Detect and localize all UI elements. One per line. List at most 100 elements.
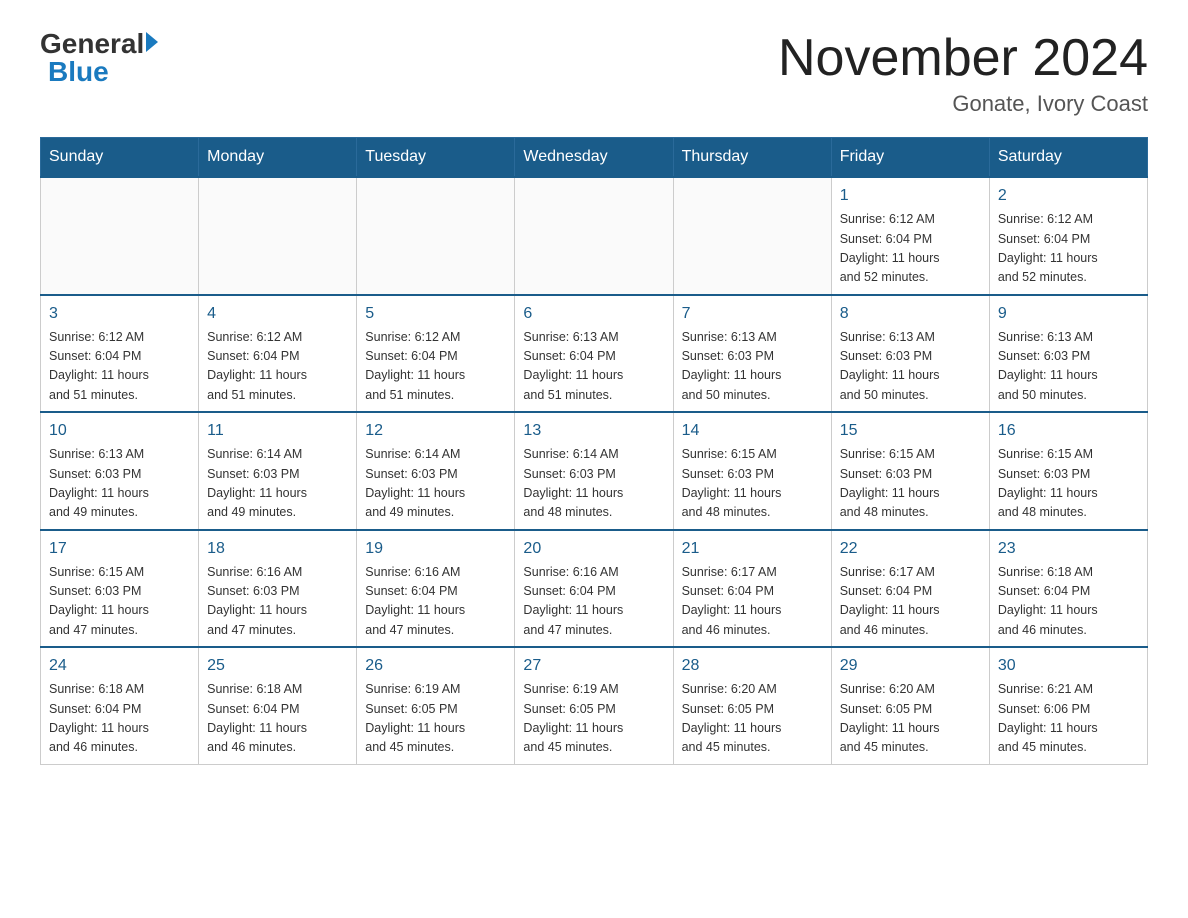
calendar-header: SundayMondayTuesdayWednesdayThursdayFrid… <box>41 138 1148 178</box>
page-header: General Blue November 2024 Gonate, Ivory… <box>40 30 1148 117</box>
calendar-cell: 8Sunrise: 6:13 AMSunset: 6:03 PMDaylight… <box>831 295 989 413</box>
calendar-cell: 17Sunrise: 6:15 AMSunset: 6:03 PMDayligh… <box>41 530 199 648</box>
calendar-cell: 1Sunrise: 6:12 AMSunset: 6:04 PMDaylight… <box>831 177 989 295</box>
day-number: 3 <box>49 302 190 326</box>
calendar-cell <box>41 177 199 295</box>
day-info: Sunrise: 6:13 AMSunset: 6:04 PMDaylight:… <box>523 328 664 406</box>
day-number: 6 <box>523 302 664 326</box>
day-number: 10 <box>49 419 190 443</box>
day-info: Sunrise: 6:20 AMSunset: 6:05 PMDaylight:… <box>840 680 981 758</box>
day-number: 4 <box>207 302 348 326</box>
weekday-header-tuesday: Tuesday <box>357 138 515 178</box>
day-info: Sunrise: 6:17 AMSunset: 6:04 PMDaylight:… <box>682 563 823 641</box>
day-number: 18 <box>207 537 348 561</box>
day-number: 5 <box>365 302 506 326</box>
weekday-header-saturday: Saturday <box>989 138 1147 178</box>
day-info: Sunrise: 6:15 AMSunset: 6:03 PMDaylight:… <box>49 563 190 641</box>
day-number: 28 <box>682 654 823 678</box>
calendar-cell: 28Sunrise: 6:20 AMSunset: 6:05 PMDayligh… <box>673 647 831 764</box>
day-number: 27 <box>523 654 664 678</box>
day-number: 9 <box>998 302 1139 326</box>
calendar-cell: 3Sunrise: 6:12 AMSunset: 6:04 PMDaylight… <box>41 295 199 413</box>
calendar-cell: 18Sunrise: 6:16 AMSunset: 6:03 PMDayligh… <box>199 530 357 648</box>
calendar-cell: 21Sunrise: 6:17 AMSunset: 6:04 PMDayligh… <box>673 530 831 648</box>
day-info: Sunrise: 6:20 AMSunset: 6:05 PMDaylight:… <box>682 680 823 758</box>
calendar-cell: 24Sunrise: 6:18 AMSunset: 6:04 PMDayligh… <box>41 647 199 764</box>
calendar-cell: 26Sunrise: 6:19 AMSunset: 6:05 PMDayligh… <box>357 647 515 764</box>
day-info: Sunrise: 6:15 AMSunset: 6:03 PMDaylight:… <box>998 445 1139 523</box>
day-info: Sunrise: 6:17 AMSunset: 6:04 PMDaylight:… <box>840 563 981 641</box>
title-block: November 2024 Gonate, Ivory Coast <box>778 30 1148 117</box>
day-number: 25 <box>207 654 348 678</box>
day-number: 26 <box>365 654 506 678</box>
calendar-cell: 15Sunrise: 6:15 AMSunset: 6:03 PMDayligh… <box>831 412 989 530</box>
day-info: Sunrise: 6:14 AMSunset: 6:03 PMDaylight:… <box>523 445 664 523</box>
day-info: Sunrise: 6:12 AMSunset: 6:04 PMDaylight:… <box>49 328 190 406</box>
day-info: Sunrise: 6:16 AMSunset: 6:03 PMDaylight:… <box>207 563 348 641</box>
calendar-cell: 22Sunrise: 6:17 AMSunset: 6:04 PMDayligh… <box>831 530 989 648</box>
logo: General Blue <box>40 30 158 86</box>
day-number: 23 <box>998 537 1139 561</box>
day-info: Sunrise: 6:18 AMSunset: 6:04 PMDaylight:… <box>998 563 1139 641</box>
day-number: 21 <box>682 537 823 561</box>
weekday-header-monday: Monday <box>199 138 357 178</box>
day-number: 20 <box>523 537 664 561</box>
calendar-cell: 14Sunrise: 6:15 AMSunset: 6:03 PMDayligh… <box>673 412 831 530</box>
day-number: 14 <box>682 419 823 443</box>
day-info: Sunrise: 6:18 AMSunset: 6:04 PMDaylight:… <box>49 680 190 758</box>
day-number: 29 <box>840 654 981 678</box>
calendar-cell: 9Sunrise: 6:13 AMSunset: 6:03 PMDaylight… <box>989 295 1147 413</box>
calendar-cell: 13Sunrise: 6:14 AMSunset: 6:03 PMDayligh… <box>515 412 673 530</box>
day-number: 7 <box>682 302 823 326</box>
day-info: Sunrise: 6:13 AMSunset: 6:03 PMDaylight:… <box>998 328 1139 406</box>
logo-blue-text: Blue <box>48 58 109 86</box>
day-number: 11 <box>207 419 348 443</box>
location-subtitle: Gonate, Ivory Coast <box>778 91 1148 117</box>
calendar-cell: 16Sunrise: 6:15 AMSunset: 6:03 PMDayligh… <box>989 412 1147 530</box>
calendar-week-row: 24Sunrise: 6:18 AMSunset: 6:04 PMDayligh… <box>41 647 1148 764</box>
calendar-week-row: 17Sunrise: 6:15 AMSunset: 6:03 PMDayligh… <box>41 530 1148 648</box>
calendar-cell: 27Sunrise: 6:19 AMSunset: 6:05 PMDayligh… <box>515 647 673 764</box>
day-number: 13 <box>523 419 664 443</box>
weekday-header-friday: Friday <box>831 138 989 178</box>
month-title: November 2024 <box>778 30 1148 87</box>
day-info: Sunrise: 6:13 AMSunset: 6:03 PMDaylight:… <box>682 328 823 406</box>
calendar-cell: 4Sunrise: 6:12 AMSunset: 6:04 PMDaylight… <box>199 295 357 413</box>
day-info: Sunrise: 6:18 AMSunset: 6:04 PMDaylight:… <box>207 680 348 758</box>
day-info: Sunrise: 6:21 AMSunset: 6:06 PMDaylight:… <box>998 680 1139 758</box>
calendar-week-row: 3Sunrise: 6:12 AMSunset: 6:04 PMDaylight… <box>41 295 1148 413</box>
calendar-cell: 23Sunrise: 6:18 AMSunset: 6:04 PMDayligh… <box>989 530 1147 648</box>
weekday-header-sunday: Sunday <box>41 138 199 178</box>
calendar-cell: 2Sunrise: 6:12 AMSunset: 6:04 PMDaylight… <box>989 177 1147 295</box>
day-info: Sunrise: 6:19 AMSunset: 6:05 PMDaylight:… <box>365 680 506 758</box>
calendar-cell <box>199 177 357 295</box>
day-info: Sunrise: 6:14 AMSunset: 6:03 PMDaylight:… <box>365 445 506 523</box>
day-info: Sunrise: 6:14 AMSunset: 6:03 PMDaylight:… <box>207 445 348 523</box>
day-number: 22 <box>840 537 981 561</box>
day-number: 16 <box>998 419 1139 443</box>
calendar-cell: 12Sunrise: 6:14 AMSunset: 6:03 PMDayligh… <box>357 412 515 530</box>
calendar-week-row: 1Sunrise: 6:12 AMSunset: 6:04 PMDaylight… <box>41 177 1148 295</box>
calendar-cell: 7Sunrise: 6:13 AMSunset: 6:03 PMDaylight… <box>673 295 831 413</box>
day-info: Sunrise: 6:13 AMSunset: 6:03 PMDaylight:… <box>49 445 190 523</box>
calendar-cell: 19Sunrise: 6:16 AMSunset: 6:04 PMDayligh… <box>357 530 515 648</box>
day-number: 2 <box>998 184 1139 208</box>
day-number: 30 <box>998 654 1139 678</box>
day-number: 8 <box>840 302 981 326</box>
calendar-cell: 11Sunrise: 6:14 AMSunset: 6:03 PMDayligh… <box>199 412 357 530</box>
day-info: Sunrise: 6:12 AMSunset: 6:04 PMDaylight:… <box>998 210 1139 288</box>
day-number: 12 <box>365 419 506 443</box>
calendar-cell: 5Sunrise: 6:12 AMSunset: 6:04 PMDaylight… <box>357 295 515 413</box>
day-info: Sunrise: 6:13 AMSunset: 6:03 PMDaylight:… <box>840 328 981 406</box>
calendar-cell <box>515 177 673 295</box>
weekday-header-thursday: Thursday <box>673 138 831 178</box>
day-info: Sunrise: 6:15 AMSunset: 6:03 PMDaylight:… <box>840 445 981 523</box>
day-number: 24 <box>49 654 190 678</box>
day-info: Sunrise: 6:15 AMSunset: 6:03 PMDaylight:… <box>682 445 823 523</box>
day-info: Sunrise: 6:12 AMSunset: 6:04 PMDaylight:… <box>840 210 981 288</box>
day-number: 1 <box>840 184 981 208</box>
logo-general-text: General <box>40 30 144 58</box>
calendar-cell: 10Sunrise: 6:13 AMSunset: 6:03 PMDayligh… <box>41 412 199 530</box>
calendar-cell <box>357 177 515 295</box>
day-info: Sunrise: 6:16 AMSunset: 6:04 PMDaylight:… <box>523 563 664 641</box>
